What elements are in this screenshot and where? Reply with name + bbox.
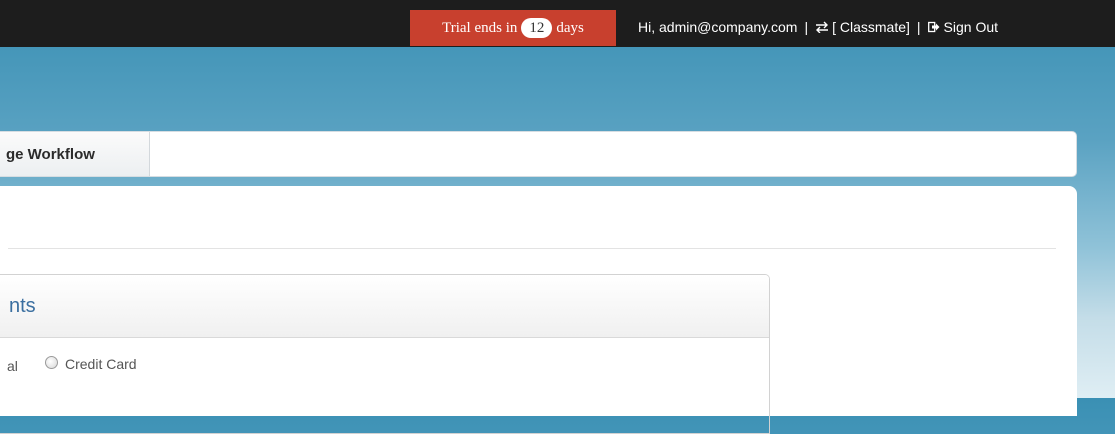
swap-arrows-icon xyxy=(816,21,829,33)
payment-card: nts al Credit Card xyxy=(0,274,770,434)
trial-badge: Trial ends in 12 days xyxy=(410,10,616,46)
sign-out-label: Sign Out xyxy=(943,19,999,35)
divider xyxy=(8,248,1056,249)
nav-item-workflow[interactable]: ge Workflow xyxy=(0,132,150,176)
separator: | xyxy=(916,19,921,35)
top-bar: Trial ends in 12 days Hi, admin@company.… xyxy=(0,0,1115,47)
payment-option-label[interactable]: al xyxy=(7,358,18,374)
nav-item-label: ge Workflow xyxy=(6,145,95,163)
trial-days-count: 12 xyxy=(521,18,553,38)
user-greeting[interactable]: Hi, admin@company.com xyxy=(638,19,797,35)
switch-account-label: [ Classmate] xyxy=(832,19,910,35)
trial-suffix: days xyxy=(556,19,584,36)
card-body: al Credit Card xyxy=(0,338,769,398)
sign-out-icon xyxy=(927,21,940,33)
switch-account-link[interactable]: [ Classmate] xyxy=(815,19,910,35)
trial-prefix: Trial ends in xyxy=(442,19,518,36)
main-nav: ge Workflow xyxy=(0,131,1077,177)
card-title: nts xyxy=(9,294,36,317)
sign-out-link[interactable]: Sign Out xyxy=(927,19,999,35)
credit-card-radio[interactable] xyxy=(45,356,58,369)
user-bar: Hi, admin@company.com | [ Classmate] | S… xyxy=(638,19,998,35)
content-panel: nts al Credit Card xyxy=(0,186,1077,434)
card-header: nts xyxy=(0,275,769,338)
separator: | xyxy=(804,19,809,35)
credit-card-label[interactable]: Credit Card xyxy=(65,356,137,372)
